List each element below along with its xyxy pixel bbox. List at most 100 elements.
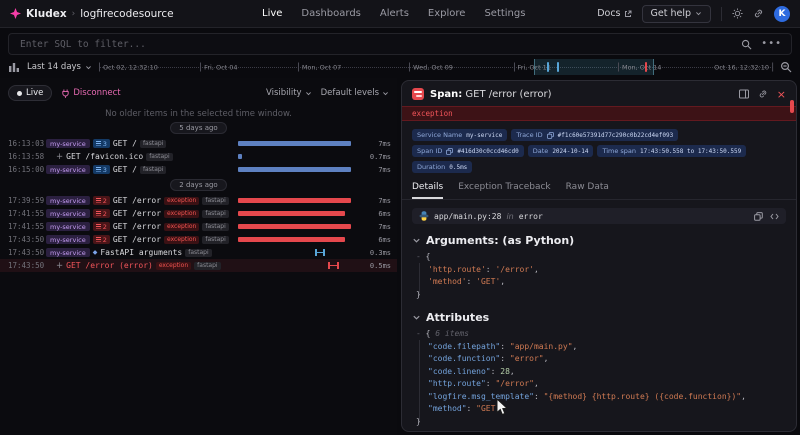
breadcrumb-project[interactable]: logfirecodesource: [80, 8, 173, 20]
docs-label: Docs: [597, 8, 620, 19]
scrollbar-error-thumb[interactable]: [790, 100, 794, 113]
trace-row[interactable]: 17:43:50my-service◆FastAPI argumentsfast…: [0, 246, 397, 259]
sql-filter-input[interactable]: [18, 38, 732, 51]
disconnect-button[interactable]: Disconnect: [61, 88, 120, 98]
span-meta-pill[interactable]: Trace ID#f1c60e57391d77c290c0b22cd4ef093: [511, 129, 678, 141]
attributes-section-heading[interactable]: Attributes: [402, 301, 796, 327]
close-icon[interactable]: ×: [777, 89, 786, 100]
app-root: Kludex › logfirecodesource LiveDashboard…: [0, 0, 800, 435]
span-meta-pill[interactable]: Service Namemy-service: [412, 129, 507, 141]
code-function-name: error: [519, 212, 543, 221]
timeline-tick-label: Mon, Oct 07: [302, 63, 341, 71]
service-tag: my-service: [46, 196, 90, 205]
code-location-in: in: [506, 212, 513, 221]
span-title-prefix: Span:: [430, 89, 462, 100]
trace-row[interactable]: 16:13:03my-service3GET /fastapi7ms: [0, 137, 397, 150]
spans-icon: [96, 198, 101, 203]
code-location[interactable]: app/main.py:28 in error: [412, 208, 786, 224]
timeline-tick: Mon, Oct 07: [298, 63, 341, 72]
duration-bar: [238, 198, 351, 203]
span-count-badge: 3: [93, 139, 110, 148]
tab-dashboards[interactable]: Dashboards: [301, 8, 360, 19]
time-range-select[interactable]: Last 14 days: [27, 62, 92, 72]
histogram-icon[interactable]: [8, 61, 20, 73]
timeline-track[interactable]: Oct 02, 12:32:10Fri, Oct 04Mon, Oct 07We…: [99, 58, 773, 76]
docs-link[interactable]: Docs: [597, 8, 631, 19]
tab-live[interactable]: Live: [262, 8, 282, 19]
trace-row[interactable]: 16:15:00my-service3GET /fastapi7ms: [0, 163, 397, 176]
detail-tab-exception-traceback[interactable]: Exception Traceback: [458, 182, 550, 199]
trace-row[interactable]: 17:39:59my-service2GET /errorexceptionfa…: [0, 194, 397, 207]
span-meta-pill[interactable]: Date2024-10-14: [528, 145, 594, 157]
disconnect-label: Disconnect: [73, 88, 120, 98]
attributes-heading-label: Attributes: [426, 311, 489, 324]
timeline-tick-label: Oct 02, 12:32:10: [103, 63, 158, 71]
tab-explore[interactable]: Explore: [428, 8, 466, 19]
service-tag: my-service: [46, 248, 90, 257]
code-line: "http.route": "/error",: [416, 378, 786, 391]
visibility-dropdown[interactable]: Visibility: [266, 88, 312, 98]
arguments-code-block: - {'http.route': '/error','method': 'GET…: [402, 250, 796, 301]
dock-panel-icon[interactable]: [739, 89, 749, 99]
copy-icon[interactable]: [446, 148, 453, 155]
timeline-event-mark: [557, 62, 559, 72]
duration-bar: [238, 154, 242, 159]
trace-row[interactable]: 17:41:55my-service2GET /errorexceptionfa…: [0, 220, 397, 233]
trace-list-header: Live Disconnect Visibility Default level…: [0, 78, 397, 106]
detail-tab-details[interactable]: Details: [412, 182, 443, 199]
span-label: FastAPI arguments: [100, 248, 182, 257]
chevron-down-icon: [412, 236, 421, 245]
share-link-icon[interactable]: [753, 8, 764, 19]
trace-row[interactable]: 17:41:55my-service2GET /errorexceptionfa…: [0, 207, 397, 220]
timeline-tick: Oct 16, 12:32:10: [714, 63, 773, 72]
span-meta-pill[interactable]: Time span17:43:50.558 to 17:43:50.559: [597, 145, 746, 157]
code-file-link[interactable]: app/main.py:28: [434, 212, 501, 221]
trace-time: 17:41:55: [8, 209, 42, 218]
trace-row[interactable]: 16:13:58+GET /favicon.icofastapi0.7ms: [0, 150, 397, 163]
detail-tab-raw-data[interactable]: Raw Data: [566, 182, 609, 199]
span-meta-pill[interactable]: Span ID#416d30c0ccd46cd0: [412, 145, 524, 157]
nav-actions: Docs Get help K: [597, 5, 790, 23]
copy-link-icon[interactable]: [758, 89, 768, 99]
fastapi-tag: fastapi: [140, 166, 166, 174]
breadcrumb-org[interactable]: Kludex: [26, 8, 67, 20]
trace-list: 5 days ago16:13:03my-service3GET /fastap…: [0, 122, 397, 272]
code-line: "logfire.msg_template": "{method} {http.…: [416, 391, 786, 404]
get-help-button[interactable]: Get help: [642, 5, 712, 23]
span-label: GET /error (error): [66, 261, 153, 270]
code-line: - { 6 items: [416, 328, 786, 341]
duration-label: 0.7ms: [364, 153, 391, 161]
span-count-badge: 2: [93, 235, 110, 244]
trace-row[interactable]: 17:43:50my-service2GET /errorexceptionfa…: [0, 233, 397, 246]
duration-bar: [238, 224, 351, 229]
copy-icon[interactable]: [754, 212, 763, 221]
tab-alerts[interactable]: Alerts: [380, 8, 409, 19]
theme-toggle-icon[interactable]: [732, 8, 743, 19]
live-toggle[interactable]: Live: [8, 85, 52, 101]
arguments-section-heading[interactable]: Arguments: (as Python): [402, 224, 796, 250]
trace-row[interactable]: 17:43:50+GET /error (error)exceptionfast…: [0, 259, 397, 272]
code-line: "code.filepath": "app/main.py",: [416, 341, 786, 354]
empty-window-message: No older items in the selected time wind…: [0, 109, 397, 119]
pill-value: 0.5ms: [449, 164, 467, 171]
sql-filter-bar: •••: [8, 33, 792, 55]
duration-bar-track: [238, 210, 360, 217]
levels-dropdown[interactable]: Default levels: [321, 88, 389, 98]
user-avatar[interactable]: K: [774, 6, 790, 22]
zoom-out-icon[interactable]: [780, 61, 792, 73]
service-tag: my-service: [46, 209, 90, 218]
code-line: "code.lineno": 28,: [416, 366, 786, 379]
duration-bar-track: [238, 166, 360, 173]
chevron-down-icon: [305, 90, 312, 97]
copy-icon[interactable]: [547, 132, 554, 139]
view-source-icon[interactable]: [770, 212, 779, 221]
search-icon[interactable]: [741, 39, 752, 50]
nav-tabs: Live Dashboards Alerts Explore Settings: [262, 8, 525, 19]
trace-row-content: my-service3GET /fastapi: [46, 165, 234, 174]
code-line: }: [416, 289, 786, 302]
span-meta-pill[interactable]: Duration0.5ms: [412, 161, 472, 173]
service-tag: my-service: [46, 235, 90, 244]
service-tag: my-service: [46, 139, 90, 148]
pill-label: Trace ID: [516, 131, 542, 139]
tab-settings[interactable]: Settings: [484, 8, 525, 19]
